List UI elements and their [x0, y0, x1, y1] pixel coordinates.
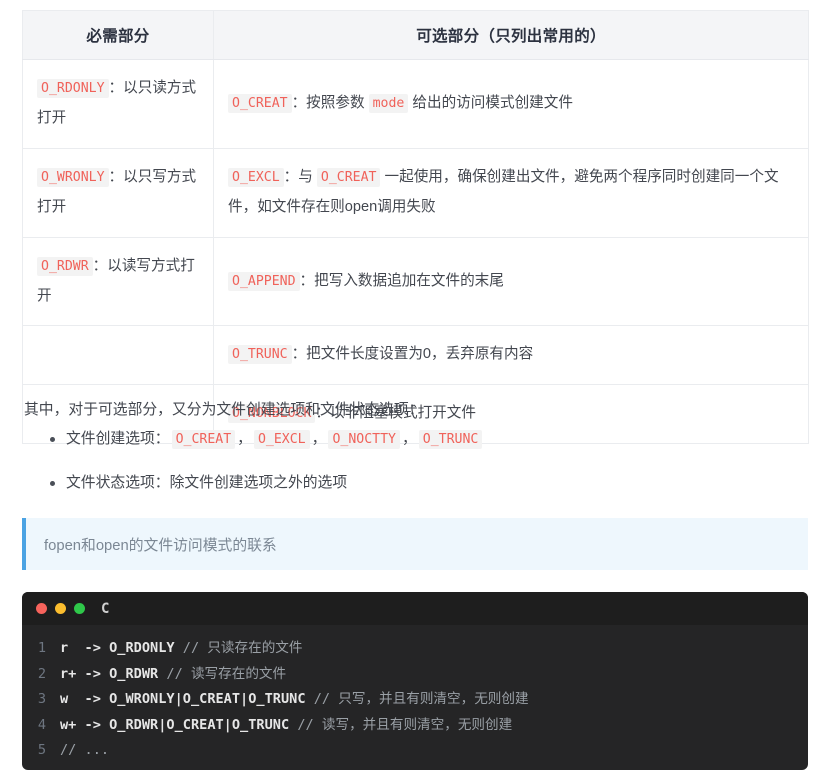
options-list: 文件创建选项： O_CREAT， O_EXCL， O_NOCTTY， O_TRUNC 文… — [24, 428, 804, 515]
code-language-label: C — [101, 600, 110, 617]
list-item-label: 文件创建选项： — [66, 431, 170, 447]
list-separator: ， — [401, 431, 417, 447]
inline-code: O_NOCTTY — [328, 430, 400, 449]
list-item: 文件状态选项：除文件创建选项之外的选项 — [50, 472, 804, 496]
line-number: 5 — [37, 742, 46, 758]
cell-text: ：按照参数 — [291, 94, 369, 111]
code-text: w+ -> O_RDWR|O_CREAT|O_TRUNC — [60, 716, 298, 733]
cell-text: ：与 — [283, 168, 317, 185]
code-comment: // ... — [60, 742, 110, 758]
cell-text: ：把文件长度设置为0，丢弃原有内容 — [291, 346, 534, 363]
minimize-dot-icon[interactable] — [55, 603, 66, 614]
code-text: r+ -> O_RDWR — [60, 665, 167, 682]
list-separator: ， — [237, 431, 252, 447]
code-line: 4 w+ -> O_RDWR|O_CREAT|O_TRUNC // 读写，并且有则… — [22, 713, 808, 739]
cell-optional-flag: O_EXCL ：与 O_CREAT 一起使用，确保创建出文件，避免两个程序同时创建… — [213, 147, 809, 238]
code-comment: // 只写，并且有则清空，无则创建 — [313, 691, 529, 707]
document-page: 必需部分 可选部分（只列出常用的） O_RDONLY ：以只读方式打开 O_CRE… — [0, 0, 830, 780]
open-flags-table: 必需部分 可选部分（只列出常用的） O_RDONLY ：以只读方式打开 O_CRE… — [22, 10, 809, 445]
column-header-optional: 可选部分（只列出常用的） — [213, 10, 809, 60]
inline-code: mode — [368, 93, 409, 113]
code-comment: // 只读存在的文件 — [182, 640, 303, 656]
cell-required-flag: O_RDWR ：以读写方式打开 — [22, 236, 214, 327]
inline-code: O_RDWR — [37, 256, 93, 276]
inline-code: O_CREAT — [171, 430, 236, 449]
code-line: 2 r+ -> O_RDWR // 读写存在的文件 — [22, 662, 808, 688]
line-number: 4 — [37, 716, 46, 733]
column-header-required: 必需部分 — [22, 10, 214, 60]
code-line: 5 // ... — [22, 738, 808, 764]
table-row: O_WRONLY ：以只写方式打开 O_EXCL ：与 O_CREAT 一起使用，确… — [22, 147, 809, 238]
inline-code: O_CREAT — [316, 167, 381, 187]
code-line: 1 r -> O_RDONLY // 只读存在的文件 — [22, 636, 808, 662]
inline-code: O_APPEND — [228, 271, 300, 291]
inline-code: O_TRUNC — [418, 430, 483, 449]
code-block: C 1 r -> O_RDONLY // 只读存在的文件 2 r+ -> O_RDW… — [22, 592, 808, 770]
inline-code: O_RDONLY — [37, 79, 109, 98]
table-body: O_RDONLY ：以只读方式打开 O_CREAT ：按照参数 mode 给出的访问… — [22, 59, 809, 445]
list-item-label: 文件状态选项：除文件创建选项之外的选项 — [66, 474, 348, 491]
maximize-dot-icon[interactable] — [74, 603, 85, 614]
table-header: 必需部分 可选部分（只列出常用的） — [22, 10, 809, 60]
code-block-titlebar: C — [22, 592, 808, 625]
cell-optional-flag: O_CREAT ：按照参数 mode 给出的访问模式创建文件 — [213, 59, 809, 149]
inline-code: O_EXCL — [228, 167, 284, 187]
cell-optional-flag: O_APPEND ：把写入数据追加在文件的末尾 — [213, 236, 809, 327]
code-line: 3 w -> O_WRONLY|O_CREAT|O_TRUNC // 只写，并且有… — [22, 687, 808, 713]
code-text: w -> O_WRONLY|O_CREAT|O_TRUNC — [60, 691, 314, 707]
table-header-row: 必需部分 可选部分（只列出常用的） — [22, 10, 809, 60]
code-comment: // 读写，并且有则清空，无则创建 — [297, 716, 513, 733]
cell-optional-flag: O_TRUNC ：把文件长度设置为0，丢弃原有内容 — [213, 325, 809, 386]
cell-required-flag-empty — [22, 325, 214, 386]
blockquote-note: fopen和open的文件访问模式的联系 — [22, 518, 808, 570]
list-separator: ， — [311, 431, 327, 447]
inline-code: O_TRUNC — [228, 345, 292, 365]
blockquote-text: fopen和open的文件访问模式的联系 — [44, 537, 277, 554]
cell-required-flag: O_RDONLY ：以只读方式打开 — [22, 59, 214, 149]
line-number: 1 — [37, 640, 46, 656]
line-number: 3 — [37, 691, 46, 707]
table-row: O_RDONLY ：以只读方式打开 O_CREAT ：按照参数 mode 给出的访问… — [22, 59, 809, 149]
inline-code: O_EXCL — [253, 430, 310, 449]
code-comment: // 读写存在的文件 — [166, 665, 287, 682]
table-row: O_TRUNC ：把文件长度设置为0，丢弃原有内容 — [22, 325, 809, 386]
list-item: 文件创建选项： O_CREAT， O_EXCL， O_NOCTTY， O_TRUNC — [50, 428, 804, 452]
close-dot-icon[interactable] — [36, 603, 47, 614]
table-row: O_RDWR ：以读写方式打开 O_APPEND ：把写入数据追加在文件的末尾 — [22, 236, 809, 327]
cell-text: ：把写入数据追加在文件的末尾 — [299, 272, 504, 289]
inline-code: O_WRONLY — [37, 167, 109, 187]
code-block-body[interactable]: 1 r -> O_RDONLY // 只读存在的文件 2 r+ -> O_RDWR … — [22, 625, 808, 770]
intro-paragraph: 其中，对于可选部分，又分为文件创建选项和文件状态选项： — [24, 401, 424, 418]
line-number: 2 — [37, 665, 46, 682]
inline-code: O_CREAT — [228, 93, 292, 113]
code-text: r -> O_RDONLY — [60, 640, 183, 656]
cell-required-flag: O_WRONLY ：以只写方式打开 — [22, 147, 214, 238]
cell-text: 给出的访问模式创建文件 — [408, 94, 573, 111]
